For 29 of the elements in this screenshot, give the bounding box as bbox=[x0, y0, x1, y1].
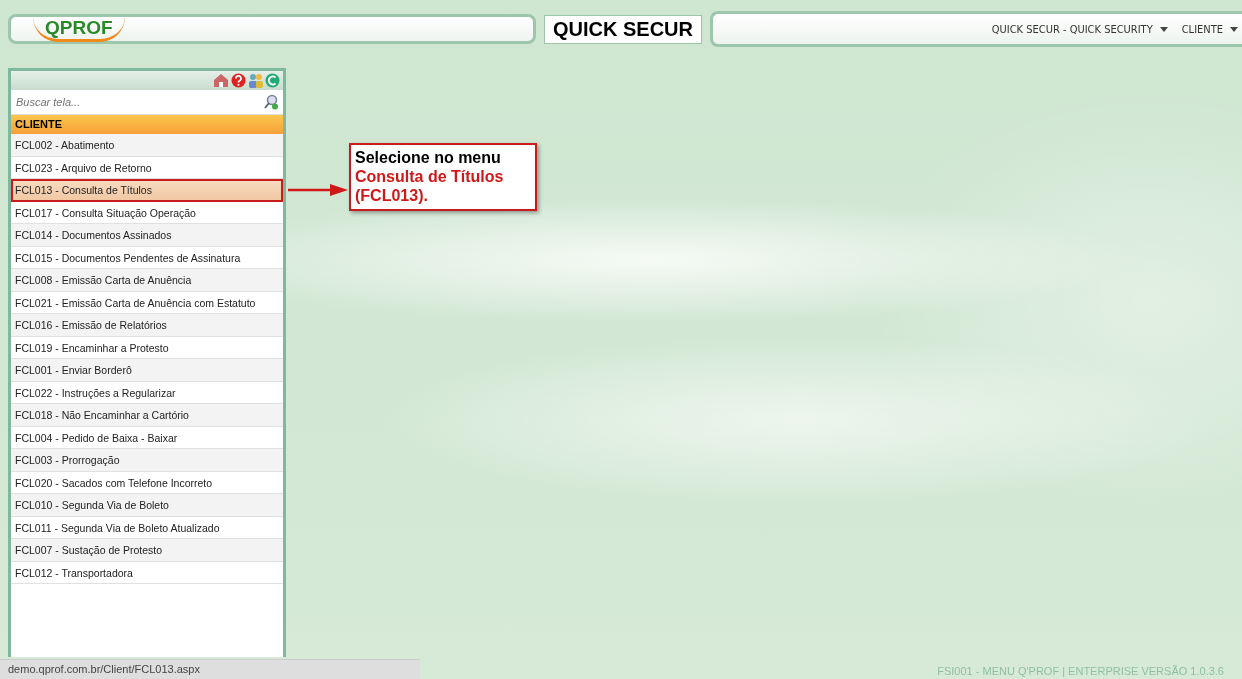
footer-text: FSI001 - MENU Q'PROF | ENTERPRISE VERSÃO 1.0.3.6 bbox=[937, 665, 1224, 677]
dropdown-menu[interactable]: QUICK SECUR - QUICK SECURITY bbox=[991, 22, 1168, 36]
menu-item[interactable]: FCL010 - Segunda Via de Boleto bbox=[11, 494, 283, 517]
dropdown-menu[interactable]: CLIENTE bbox=[1181, 22, 1238, 36]
search-icon[interactable] bbox=[263, 94, 279, 110]
help-icon[interactable] bbox=[231, 73, 246, 88]
menu-item[interactable]: FCL014 - Documentos Assinados bbox=[11, 224, 283, 247]
menu-item[interactable]: FCL016 - Emissão de Relatórios bbox=[11, 314, 283, 337]
status-bar: demo.qprof.com.br/Client/FCL013.aspx bbox=[0, 659, 420, 679]
menu-item[interactable]: FCL001 - Enviar Borderô bbox=[11, 359, 283, 382]
callout-text: Selecione no menu bbox=[355, 148, 502, 167]
users-icon[interactable] bbox=[248, 73, 263, 88]
house-icon[interactable] bbox=[213, 73, 229, 88]
logo[interactable]: QPROF bbox=[33, 16, 125, 42]
menu-item[interactable]: FCL002 - Abatimento bbox=[11, 134, 283, 157]
refresh-icon[interactable] bbox=[265, 73, 280, 88]
menu-item[interactable]: FCL012 - Transportadora bbox=[11, 561, 283, 584]
app-title: QUICK SECUR bbox=[544, 14, 702, 44]
caret-icon bbox=[1159, 26, 1168, 32]
menu-group-header[interactable]: CLIENTE bbox=[11, 115, 283, 134]
search-field[interactable]: Buscar tela... bbox=[14, 95, 263, 109]
menu-item[interactable]: FCL003 - Prorrogação bbox=[11, 449, 283, 472]
menu-item[interactable]: FCL018 - Não Encaminhar a Cartório bbox=[11, 404, 283, 427]
callout-highlight: Consulta de Títulos (FCL013). bbox=[355, 167, 505, 205]
callout-arrow bbox=[288, 183, 350, 197]
menu-item[interactable]: FCL008 - Emissão Carta de Anuência bbox=[11, 269, 283, 292]
menu-item[interactable]: FCL007 - Sustação de Protesto bbox=[11, 539, 283, 562]
caret-icon bbox=[1230, 26, 1238, 32]
menu-item[interactable]: FCL013 - Consulta de Títulos bbox=[11, 179, 283, 202]
